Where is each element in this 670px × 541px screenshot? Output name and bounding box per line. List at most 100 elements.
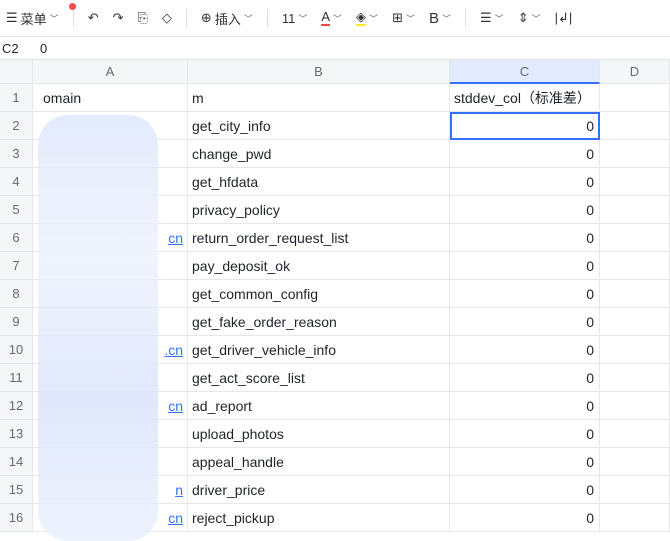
cell[interactable]: 0 — [450, 140, 600, 168]
cell[interactable] — [600, 224, 670, 252]
row-header[interactable]: 3 — [0, 140, 33, 168]
cell-link[interactable]: .cn — [164, 336, 183, 363]
wrap-text-button[interactable]: |↲| — [555, 10, 573, 26]
cell[interactable] — [600, 280, 670, 308]
cell[interactable]: 0 — [450, 476, 600, 504]
cell[interactable] — [600, 336, 670, 364]
row-header[interactable]: 11 — [0, 364, 33, 392]
cell[interactable]: 0 — [450, 336, 600, 364]
chevron-down-icon: ﹀ — [494, 13, 504, 24]
cell-link[interactable]: cn — [168, 392, 183, 419]
horizontal-align-button[interactable]: ☰ ﹀ — [480, 10, 504, 26]
format-painter-button[interactable]: ⎘ — [138, 10, 148, 26]
cell[interactable]: 0 — [450, 448, 600, 476]
column-header-d[interactable]: D — [600, 60, 670, 84]
clear-format-button[interactable]: ◇ — [162, 10, 172, 26]
cell[interactable]: appeal_handle — [188, 448, 450, 476]
row-header[interactable]: 10 — [0, 336, 33, 364]
cell[interactable]: 0 — [450, 224, 600, 252]
cell[interactable]: m — [188, 84, 450, 112]
row-header[interactable]: 6 — [0, 224, 33, 252]
cell[interactable]: 0 — [450, 308, 600, 336]
cell[interactable] — [600, 168, 670, 196]
row-header[interactable]: 4 — [0, 168, 33, 196]
cell[interactable] — [600, 448, 670, 476]
cell[interactable]: 0 — [450, 364, 600, 392]
row-header[interactable]: 14 — [0, 448, 33, 476]
row-header[interactable]: 13 — [0, 420, 33, 448]
row-header[interactable]: 7 — [0, 252, 33, 280]
cell-link[interactable]: cn — [168, 504, 183, 531]
cell[interactable]: 0 — [450, 504, 600, 532]
cell[interactable] — [600, 140, 670, 168]
cell[interactable]: get_city_info — [188, 112, 450, 140]
cell[interactable]: privacy_policy — [188, 196, 450, 224]
menu-button[interactable]: ☰ 菜单 ﹀ — [6, 9, 59, 28]
cell-reference[interactable]: C2 — [2, 41, 19, 56]
cell[interactable] — [600, 476, 670, 504]
chevron-down-icon: ﹀ — [369, 13, 379, 24]
borders-button[interactable]: ⊞ ﹀ — [392, 10, 415, 26]
formula-input[interactable]: 0 — [40, 41, 47, 56]
row-header[interactable]: 8 — [0, 280, 33, 308]
cell[interactable]: stddev_col（标准差） — [450, 84, 600, 112]
cell-link[interactable]: n — [175, 476, 183, 503]
redacted-region — [38, 115, 158, 541]
cell-link[interactable]: cn — [168, 224, 183, 251]
row-header[interactable]: 9 — [0, 308, 33, 336]
cell[interactable] — [600, 504, 670, 532]
font-color-button[interactable]: A ﹀ — [321, 10, 342, 26]
cell[interactable] — [600, 84, 670, 112]
cell[interactable]: ad_report — [188, 392, 450, 420]
row-header[interactable]: 16 — [0, 504, 33, 532]
cell[interactable] — [600, 252, 670, 280]
menu-icon: ☰ — [6, 10, 18, 25]
row-header[interactable]: 1 — [0, 84, 33, 112]
font-size-select[interactable]: 11 ﹀ — [282, 11, 308, 26]
cell[interactable]: get_driver_vehicle_info — [188, 336, 450, 364]
redo-button[interactable]: ↷ — [113, 10, 124, 26]
row-header[interactable]: 5 — [0, 196, 33, 224]
row-header[interactable]: 12 — [0, 392, 33, 420]
cell[interactable]: omain — [33, 84, 188, 112]
column-header-a[interactable]: A — [33, 60, 188, 84]
cell[interactable]: get_hfdata — [188, 168, 450, 196]
vertical-align-button[interactable]: ⇕ ﹀ — [518, 10, 541, 26]
bold-button[interactable]: B ﹀ — [429, 10, 451, 27]
select-all-corner[interactable] — [0, 60, 33, 84]
chevron-down-icon: ﹀ — [442, 13, 452, 24]
cell[interactable]: reject_pickup — [188, 504, 450, 532]
cell[interactable] — [600, 364, 670, 392]
plus-circle-icon: ⊕ — [200, 10, 212, 25]
row-header[interactable]: 15 — [0, 476, 33, 504]
cell[interactable]: get_act_score_list — [188, 364, 450, 392]
cell[interactable]: driver_price — [188, 476, 450, 504]
cell[interactable]: 0 — [450, 392, 600, 420]
cell[interactable] — [600, 392, 670, 420]
cell[interactable]: 0 — [450, 196, 600, 224]
column-header-c[interactable]: C — [450, 60, 600, 84]
cell[interactable] — [600, 420, 670, 448]
undo-button[interactable]: ↶ — [88, 10, 99, 26]
cell[interactable]: get_common_config — [188, 280, 450, 308]
cell[interactable]: pay_deposit_ok — [188, 252, 450, 280]
cell[interactable]: change_pwd — [188, 140, 450, 168]
cell[interactable] — [600, 112, 670, 140]
selected-cell[interactable]: 0 — [450, 112, 600, 140]
column-header-b[interactable]: B — [188, 60, 450, 84]
chevron-down-icon: ﹀ — [405, 13, 415, 24]
formula-bar: C2 0 — [0, 37, 670, 60]
insert-button[interactable]: ⊕ 插入 ﹀ — [201, 9, 253, 28]
chevron-down-icon: ﹀ — [243, 13, 253, 24]
cell[interactable]: 0 — [450, 252, 600, 280]
cell[interactable]: return_order_request_list — [188, 224, 450, 252]
cell[interactable] — [600, 196, 670, 224]
row-header[interactable]: 2 — [0, 112, 33, 140]
cell[interactable] — [600, 308, 670, 336]
cell[interactable]: upload_photos — [188, 420, 450, 448]
cell[interactable]: get_fake_order_reason — [188, 308, 450, 336]
cell[interactable]: 0 — [450, 168, 600, 196]
fill-color-button[interactable]: ◈ ﹀ — [356, 10, 378, 26]
cell[interactable]: 0 — [450, 280, 600, 308]
cell[interactable]: 0 — [450, 420, 600, 448]
